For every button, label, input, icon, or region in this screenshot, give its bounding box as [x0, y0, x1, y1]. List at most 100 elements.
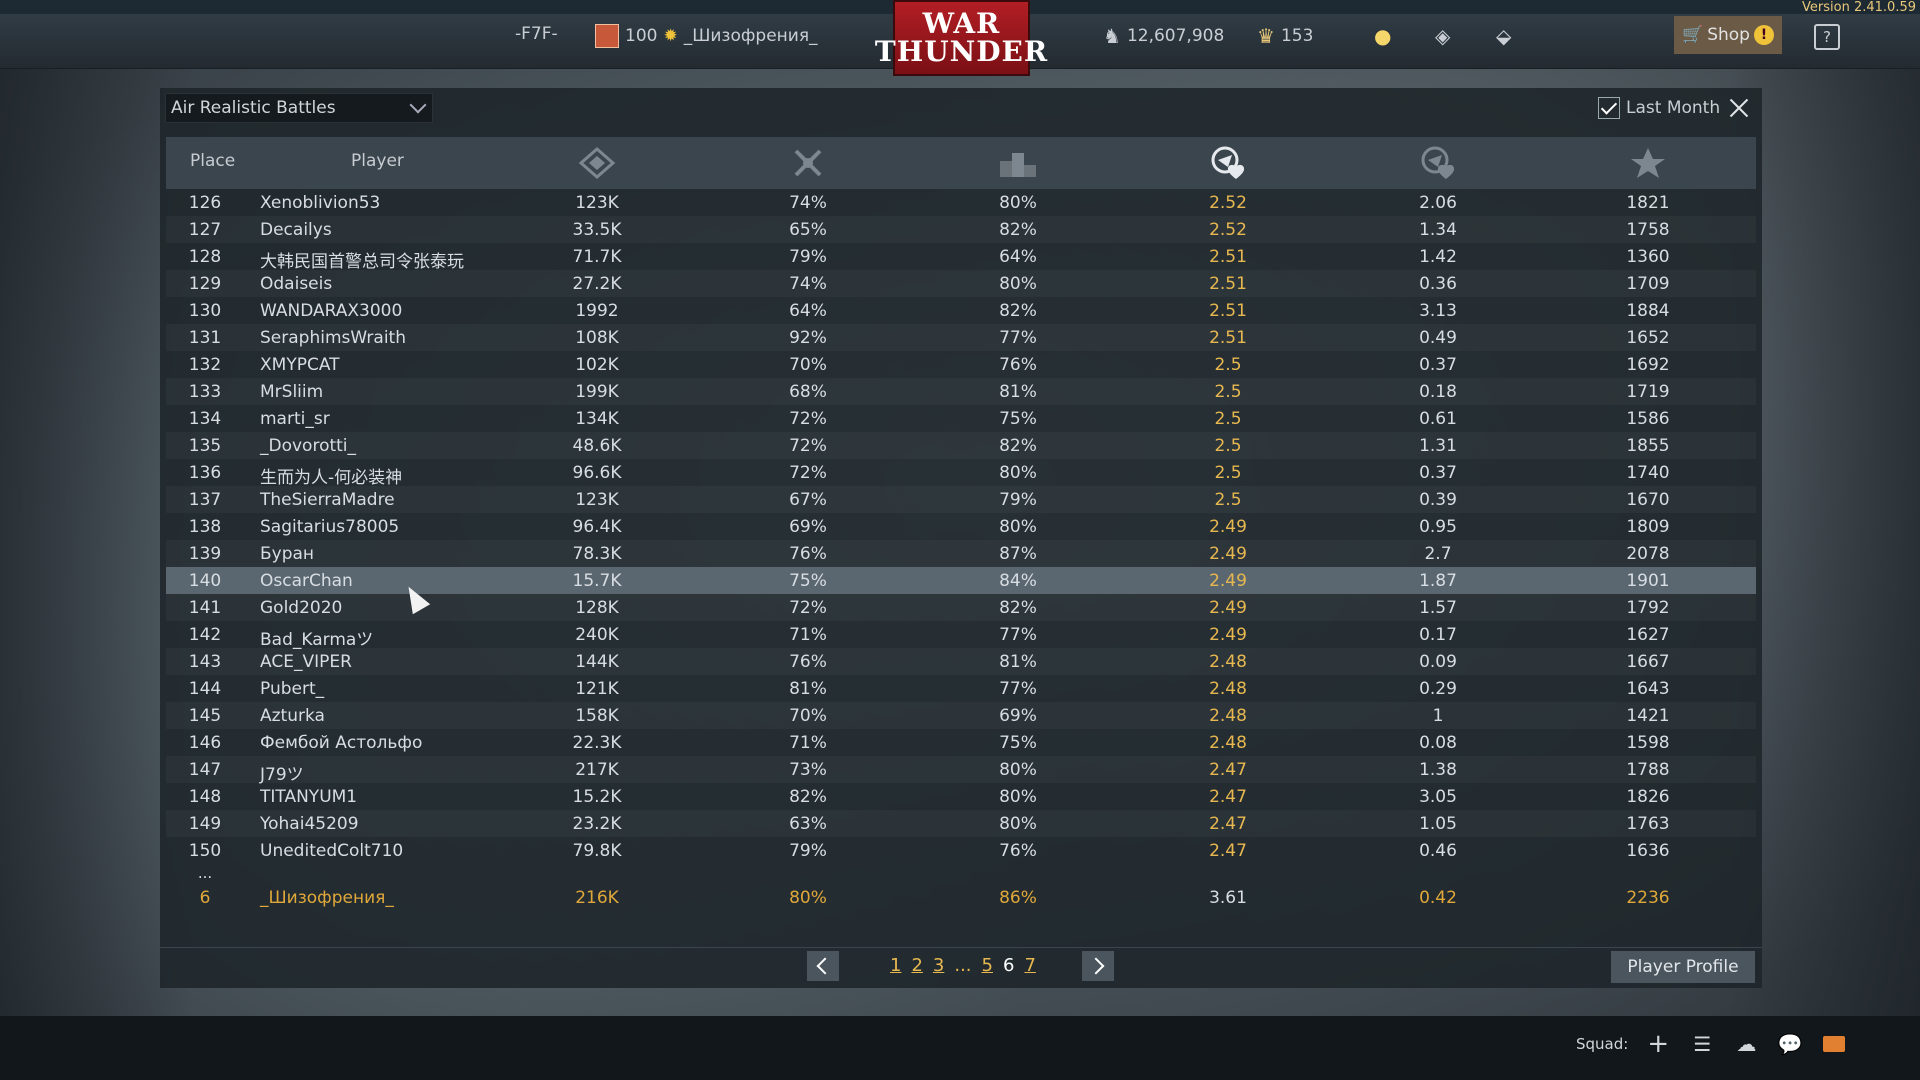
- last-month-toggle[interactable]: Last Month: [1598, 97, 1720, 119]
- prev-page-button[interactable]: [807, 951, 839, 981]
- row-rating: 2078: [1626, 544, 1670, 564]
- ground-kills-per-death-icon[interactable]: [1418, 145, 1458, 181]
- table-row[interactable]: 149 Yohai45209 23.2K 63% 80% 2.47 1.05 1763: [166, 810, 1756, 837]
- table-row[interactable]: 143 ACE_VIPER 144K 76% 81% 2.48 0.09 1667: [166, 648, 1756, 675]
- page-link-3[interactable]: 3: [933, 955, 944, 976]
- row-victories-percent: 70%: [789, 355, 827, 375]
- row-rating: 1598: [1626, 733, 1670, 753]
- table-row[interactable]: 130 WANDARAX3000 1992 64% 82% 2.51 3.13 1884: [166, 297, 1756, 324]
- row-rating: 1652: [1626, 328, 1670, 348]
- row-battles: 22.3K: [572, 733, 622, 753]
- silver-lions-value: 12,607,908: [1126, 26, 1225, 46]
- row-place: 134: [188, 409, 222, 429]
- rating-icon[interactable]: [1628, 145, 1668, 181]
- player-badge[interactable]: 100 ✹ _Шизофрения_: [595, 24, 818, 48]
- battles-icon[interactable]: [577, 145, 617, 181]
- row-ground-kd: 3.13: [1419, 301, 1457, 321]
- table-row[interactable]: 138 Sagitarius78005 96.4K 69% 80% 2.49 0.95 180…: [166, 513, 1756, 540]
- row-player-name: 生而为人-何必装神: [260, 468, 403, 488]
- row-ground-kd: 0.08: [1419, 733, 1457, 753]
- row-battles: 71.7K: [572, 247, 622, 267]
- row-win-ratio: 80%: [999, 274, 1037, 294]
- victories-percent-icon[interactable]: [788, 145, 828, 181]
- row-victories-percent: 68%: [789, 382, 827, 402]
- row-ground-kd: 1.42: [1419, 247, 1457, 267]
- clan-tag[interactable]: -F7F-: [515, 24, 558, 44]
- next-page-button[interactable]: [1082, 951, 1114, 981]
- row-rating: 1792: [1626, 598, 1670, 618]
- mail-icon[interactable]: [1820, 1032, 1848, 1056]
- table-row[interactable]: 139 Буран 78.3K 76% 87% 2.49 2.7 2078: [166, 540, 1756, 567]
- list-icon[interactable]: ☰: [1688, 1032, 1716, 1056]
- row-air-kd: 2.47: [1209, 814, 1247, 834]
- table-row[interactable]: 145 Azturka 158K 70% 69% 2.48 1 1421: [166, 702, 1756, 729]
- row-ground-kd: 1.34: [1419, 220, 1457, 240]
- table-row[interactable]: 150 UneditedColt710 79.8K 79% 76% 2.47 0.46 163…: [166, 837, 1756, 864]
- page-link-1[interactable]: 1: [890, 955, 901, 976]
- row-rating: 1719: [1626, 382, 1670, 402]
- row-player-name: OscarChan: [260, 571, 353, 591]
- row-rating: 1740: [1626, 463, 1670, 483]
- hint-bulb-icon[interactable]: ●: [1374, 24, 1391, 48]
- last-month-checkbox[interactable]: [1598, 97, 1620, 119]
- row-victories-percent: 67%: [789, 490, 827, 510]
- player-profile-button[interactable]: Player Profile: [1611, 951, 1755, 983]
- table-row[interactable]: 144 Pubert_ 121K 81% 77% 2.48 0.29 1643: [166, 675, 1756, 702]
- row-rating: 1692: [1626, 355, 1670, 375]
- row-player-name: Yohai45209: [260, 814, 359, 834]
- page-link-7[interactable]: 7: [1024, 955, 1035, 976]
- table-row[interactable]: 136 生而为人-何必装神 96.6K 72% 80% 2.5 0.37 1740: [166, 459, 1756, 488]
- shop-button[interactable]: 🛒 Shop !: [1674, 16, 1782, 54]
- row-victories-percent: 72%: [789, 436, 827, 456]
- page-link-5[interactable]: 5: [982, 955, 993, 976]
- row-victories-percent: 73%: [789, 760, 827, 780]
- win-ratio-icon[interactable]: [998, 145, 1038, 181]
- contacts-icon[interactable]: ☁: [1732, 1032, 1760, 1056]
- column-player[interactable]: Player: [351, 151, 404, 171]
- silver-lions[interactable]: ♞ 12,607,908: [1103, 24, 1224, 48]
- row-place: 129: [188, 274, 222, 294]
- row-player-name: Bad_Karmaツ: [260, 630, 374, 650]
- row-place: 136: [188, 463, 222, 483]
- table-row[interactable]: 148 TITANYUM1 15.2K 82% 80% 2.47 3.05 1826: [166, 783, 1756, 810]
- row-rating: 1809: [1626, 517, 1670, 537]
- table-row[interactable]: 146 Фембой Астольфо 22.3K 71% 75% 2.48 0.08 159…: [166, 729, 1756, 756]
- war-thunder-logo[interactable]: WAR THUNDER: [875, 0, 1047, 76]
- table-row[interactable]: 127 Decailys 33.5K 65% 82% 2.52 1.34 1758: [166, 216, 1756, 243]
- add-squad-icon[interactable]: +: [1644, 1029, 1672, 1059]
- table-row[interactable]: 129 Odaiseis 27.2K 74% 80% 2.51 0.36 1709: [166, 270, 1756, 297]
- chevron-down-icon: [409, 96, 427, 114]
- row-win-ratio: 82%: [999, 436, 1037, 456]
- my-rank-row[interactable]: 6 _Шизофрения_ 216K 80% 86% 3.61 0.42 22…: [166, 884, 1756, 914]
- close-icon[interactable]: [1727, 96, 1751, 120]
- table-row[interactable]: 147 J79ツ 217K 73% 80% 2.47 1.38 1788: [166, 756, 1756, 785]
- coupon-icon[interactable]: ⬙: [1496, 24, 1511, 48]
- row-victories-percent: 92%: [789, 328, 827, 348]
- row-ground-kd: 0.61: [1419, 409, 1457, 429]
- table-row[interactable]: 128 大韩民国首警总司令张泰玩 71.7K 79% 64% 2.51 1.42 1360: [166, 243, 1756, 272]
- table-row[interactable]: 142 Bad_Karmaツ 240K 71% 77% 2.49 0.17 1627: [166, 621, 1756, 650]
- row-air-kd: 2.49: [1209, 625, 1247, 645]
- row-rating: 1360: [1626, 247, 1670, 267]
- ellipsis-text: ...: [197, 864, 213, 882]
- row-battles: 15.7K: [572, 571, 622, 591]
- golden-eagles[interactable]: ♛ 153: [1257, 24, 1313, 48]
- decals-icon[interactable]: ◈: [1435, 24, 1450, 48]
- table-row[interactable]: 126 Xenoblivion53 123K 74% 80% 2.52 2.06 1821: [166, 189, 1756, 216]
- row-ground-kd: 1.87: [1419, 571, 1457, 591]
- table-row[interactable]: 133 MrSliim 199K 68% 81% 2.5 0.18 1719: [166, 378, 1756, 405]
- row-win-ratio: 75%: [999, 409, 1037, 429]
- table-row[interactable]: 137 TheSierraMadre 123K 67% 79% 2.5 0.39 1670: [166, 486, 1756, 513]
- table-row[interactable]: 134 marti_sr 134K 72% 75% 2.5 0.61 1586: [166, 405, 1756, 432]
- row-ground-kd: 1.57: [1419, 598, 1457, 618]
- table-row[interactable]: 131 SeraphimsWraith 108K 92% 77% 2.51 0.49 1652: [166, 324, 1756, 351]
- row-air-kd: 2.49: [1209, 544, 1247, 564]
- column-place[interactable]: Place: [190, 151, 235, 171]
- help-button[interactable]: ?: [1814, 24, 1840, 50]
- table-row[interactable]: 132 XMYPCAT 102K 70% 76% 2.5 0.37 1692: [166, 351, 1756, 378]
- game-mode-select[interactable]: Air Realistic Battles: [165, 93, 433, 123]
- page-link-2[interactable]: 2: [911, 955, 922, 976]
- table-row[interactable]: 135 _Dovorotti_ 48.6K 72% 82% 2.5 1.31 1855: [166, 432, 1756, 459]
- air-kills-per-death-icon[interactable]: [1208, 145, 1248, 181]
- chat-icon[interactable]: 💬: [1776, 1032, 1804, 1056]
